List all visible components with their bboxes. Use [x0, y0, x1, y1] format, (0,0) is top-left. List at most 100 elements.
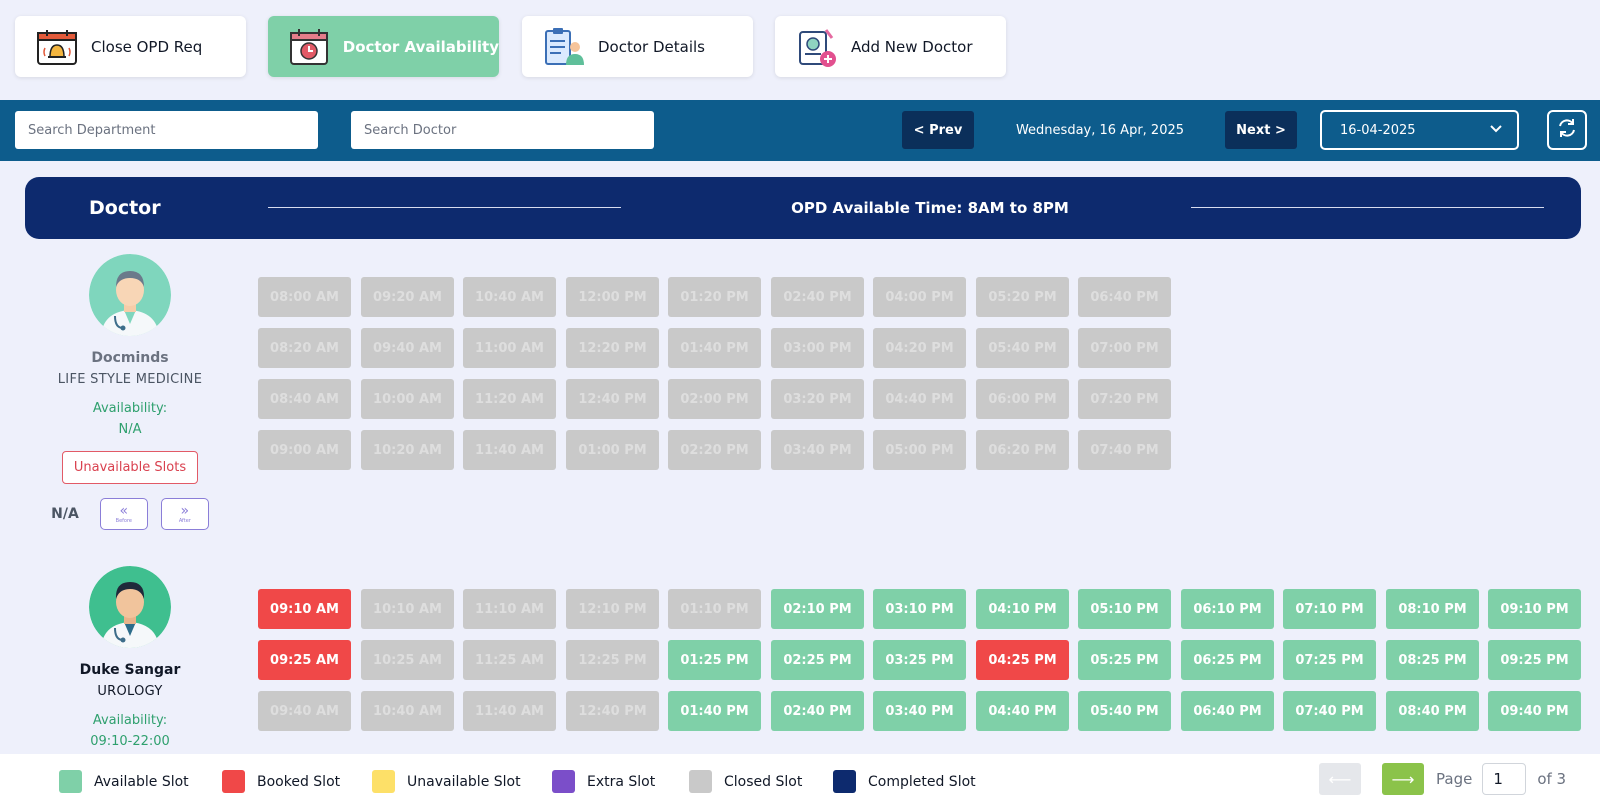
time-slot-closed[interactable]: 10:40 AM [361, 691, 454, 731]
search-doctor-input[interactable] [351, 111, 654, 149]
time-slot-closed[interactable]: 09:00 AM [258, 430, 351, 470]
time-slot-closed[interactable]: 12:40 PM [566, 379, 659, 419]
doctor-avatar [89, 254, 171, 336]
next-day-button[interactable]: Next > [1225, 111, 1297, 149]
nav-close-opd-req[interactable]: Close OPD Req [15, 16, 246, 77]
time-slot-closed[interactable]: 11:40 AM [463, 430, 556, 470]
unavailable-slots-button[interactable]: Unavailable Slots [61, 451, 199, 484]
time-slot-closed[interactable]: 06:00 PM [976, 379, 1069, 419]
time-slot-closed[interactable]: 01:40 PM [668, 328, 761, 368]
after-button[interactable]: » After [160, 498, 209, 530]
time-slot-booked[interactable]: 04:25 PM [976, 640, 1069, 680]
time-slot-closed[interactable]: 11:10 AM [463, 589, 556, 629]
time-slot-available[interactable]: 07:10 PM [1283, 589, 1376, 629]
time-slot-closed[interactable]: 09:20 AM [361, 277, 454, 317]
time-slot-booked[interactable]: 09:25 AM [258, 640, 351, 680]
time-slot-available[interactable]: 07:40 PM [1283, 691, 1376, 731]
page-number-input[interactable] [1482, 763, 1527, 795]
time-slot-closed[interactable]: 05:20 PM [976, 277, 1069, 317]
time-slot-available[interactable]: 02:25 PM [771, 640, 864, 680]
time-slot-closed[interactable]: 08:00 AM [258, 277, 351, 317]
nav-label: Add New Doctor [851, 37, 973, 56]
time-slot-closed[interactable]: 10:40 AM [463, 277, 556, 317]
time-slot-closed[interactable]: 02:00 PM [668, 379, 761, 419]
time-slot-available[interactable]: 03:10 PM [873, 589, 966, 629]
nav-doctor-availability[interactable]: Doctor Availability [268, 16, 499, 77]
time-slot-available[interactable]: 05:40 PM [1078, 691, 1171, 731]
time-slot-available[interactable]: 08:40 PM [1386, 691, 1479, 731]
time-slot-closed[interactable]: 11:00 AM [463, 328, 556, 368]
double-chevron-right-icon: » [180, 502, 190, 519]
time-slot-closed[interactable]: 02:20 PM [668, 430, 761, 470]
time-slot-available[interactable]: 03:25 PM [873, 640, 966, 680]
time-slot-closed[interactable]: 09:40 AM [361, 328, 454, 368]
time-slot-available[interactable]: 04:40 PM [976, 691, 1069, 731]
time-slot-closed[interactable]: 01:10 PM [668, 589, 761, 629]
time-slot-available[interactable]: 01:25 PM [668, 640, 761, 680]
time-slot-closed[interactable]: 03:40 PM [771, 430, 864, 470]
time-slot-closed[interactable]: 11:20 AM [463, 379, 556, 419]
search-department-input[interactable] [15, 111, 318, 149]
time-slot-available[interactable]: 08:25 PM [1386, 640, 1479, 680]
time-slot-closed[interactable]: 05:40 PM [976, 328, 1069, 368]
time-slot-available[interactable]: 09:25 PM [1488, 640, 1581, 680]
before-button[interactable]: « Before [99, 498, 148, 530]
time-slot-booked[interactable]: 09:10 AM [258, 589, 351, 629]
time-slot-available[interactable]: 02:10 PM [771, 589, 864, 629]
time-slot-closed[interactable]: 10:25 AM [361, 640, 454, 680]
time-slot-closed[interactable]: 08:20 AM [258, 328, 351, 368]
time-slot-closed[interactable]: 04:00 PM [873, 277, 966, 317]
time-slot-closed[interactable]: 07:40 PM [1078, 430, 1171, 470]
time-slot-closed[interactable]: 10:00 AM [361, 379, 454, 419]
time-slot-available[interactable]: 05:10 PM [1078, 589, 1171, 629]
time-slot-available[interactable]: 08:10 PM [1386, 589, 1479, 629]
prev-page-button[interactable]: ⟵ [1319, 763, 1361, 795]
time-slot-available[interactable]: 02:40 PM [771, 691, 864, 731]
time-slot-closed[interactable]: 12:00 PM [566, 277, 659, 317]
time-slot-closed[interactable]: 10:20 AM [361, 430, 454, 470]
current-date-label: Wednesday, 16 Apr, 2025 [1015, 122, 1185, 138]
time-slot-closed[interactable]: 12:10 PM [566, 589, 659, 629]
prev-day-button[interactable]: < Prev [902, 111, 974, 149]
nav-doctor-details[interactable]: Doctor Details [522, 16, 753, 77]
legend-label: Unavailable Slot [407, 773, 521, 790]
time-slot-closed[interactable]: 01:20 PM [668, 277, 761, 317]
nav-add-new-doctor[interactable]: Add New Doctor [775, 16, 1006, 77]
time-slot-closed[interactable]: 04:40 PM [873, 379, 966, 419]
time-slot-available[interactable]: 06:10 PM [1181, 589, 1274, 629]
time-slot-closed[interactable]: 07:20 PM [1078, 379, 1171, 419]
time-slot-closed[interactable]: 12:20 PM [566, 328, 659, 368]
time-slot-closed[interactable]: 03:00 PM [771, 328, 864, 368]
time-slot-available[interactable]: 04:10 PM [976, 589, 1069, 629]
time-slot-closed[interactable]: 11:25 AM [463, 640, 556, 680]
time-slot-closed[interactable]: 09:40 AM [258, 691, 351, 731]
date-picker-value: 16-04-2025 [1340, 122, 1416, 138]
time-slot-closed[interactable]: 10:10 AM [361, 589, 454, 629]
time-slot-available[interactable]: 07:25 PM [1283, 640, 1376, 680]
time-slot-closed[interactable]: 01:00 PM [566, 430, 659, 470]
refresh-button[interactable] [1547, 110, 1587, 150]
time-slot-available[interactable]: 06:25 PM [1181, 640, 1274, 680]
time-slot-available[interactable]: 06:40 PM [1181, 691, 1274, 731]
time-slot-closed[interactable]: 08:40 AM [258, 379, 351, 419]
next-page-button[interactable]: ⟶ [1382, 763, 1424, 795]
time-slot-closed[interactable]: 07:00 PM [1078, 328, 1171, 368]
time-slot-closed[interactable]: 05:00 PM [873, 430, 966, 470]
time-slot-closed[interactable]: 11:40 AM [463, 691, 556, 731]
time-slot-available[interactable]: 09:40 PM [1488, 691, 1581, 731]
page-total-label: of 3 [1537, 770, 1567, 788]
time-slot-available[interactable]: 09:10 PM [1488, 589, 1581, 629]
slot-navigation: N/A « Before » After [40, 498, 220, 530]
time-slot-closed[interactable]: 04:20 PM [873, 328, 966, 368]
time-slot-available[interactable]: 01:40 PM [668, 691, 761, 731]
time-slot-closed[interactable]: 03:20 PM [771, 379, 864, 419]
time-slot-available[interactable]: 05:25 PM [1078, 640, 1171, 680]
time-slot-available[interactable]: 03:40 PM [873, 691, 966, 731]
time-slot-closed[interactable]: 12:40 PM [566, 691, 659, 731]
date-picker[interactable]: 16-04-2025 [1320, 110, 1519, 150]
time-slot-closed[interactable]: 06:40 PM [1078, 277, 1171, 317]
time-slot-closed[interactable]: 12:25 PM [566, 640, 659, 680]
time-slot-closed[interactable]: 02:40 PM [771, 277, 864, 317]
pagination: ⟵ ⟶ Page of 3 [1319, 763, 1589, 795]
time-slot-closed[interactable]: 06:20 PM [976, 430, 1069, 470]
